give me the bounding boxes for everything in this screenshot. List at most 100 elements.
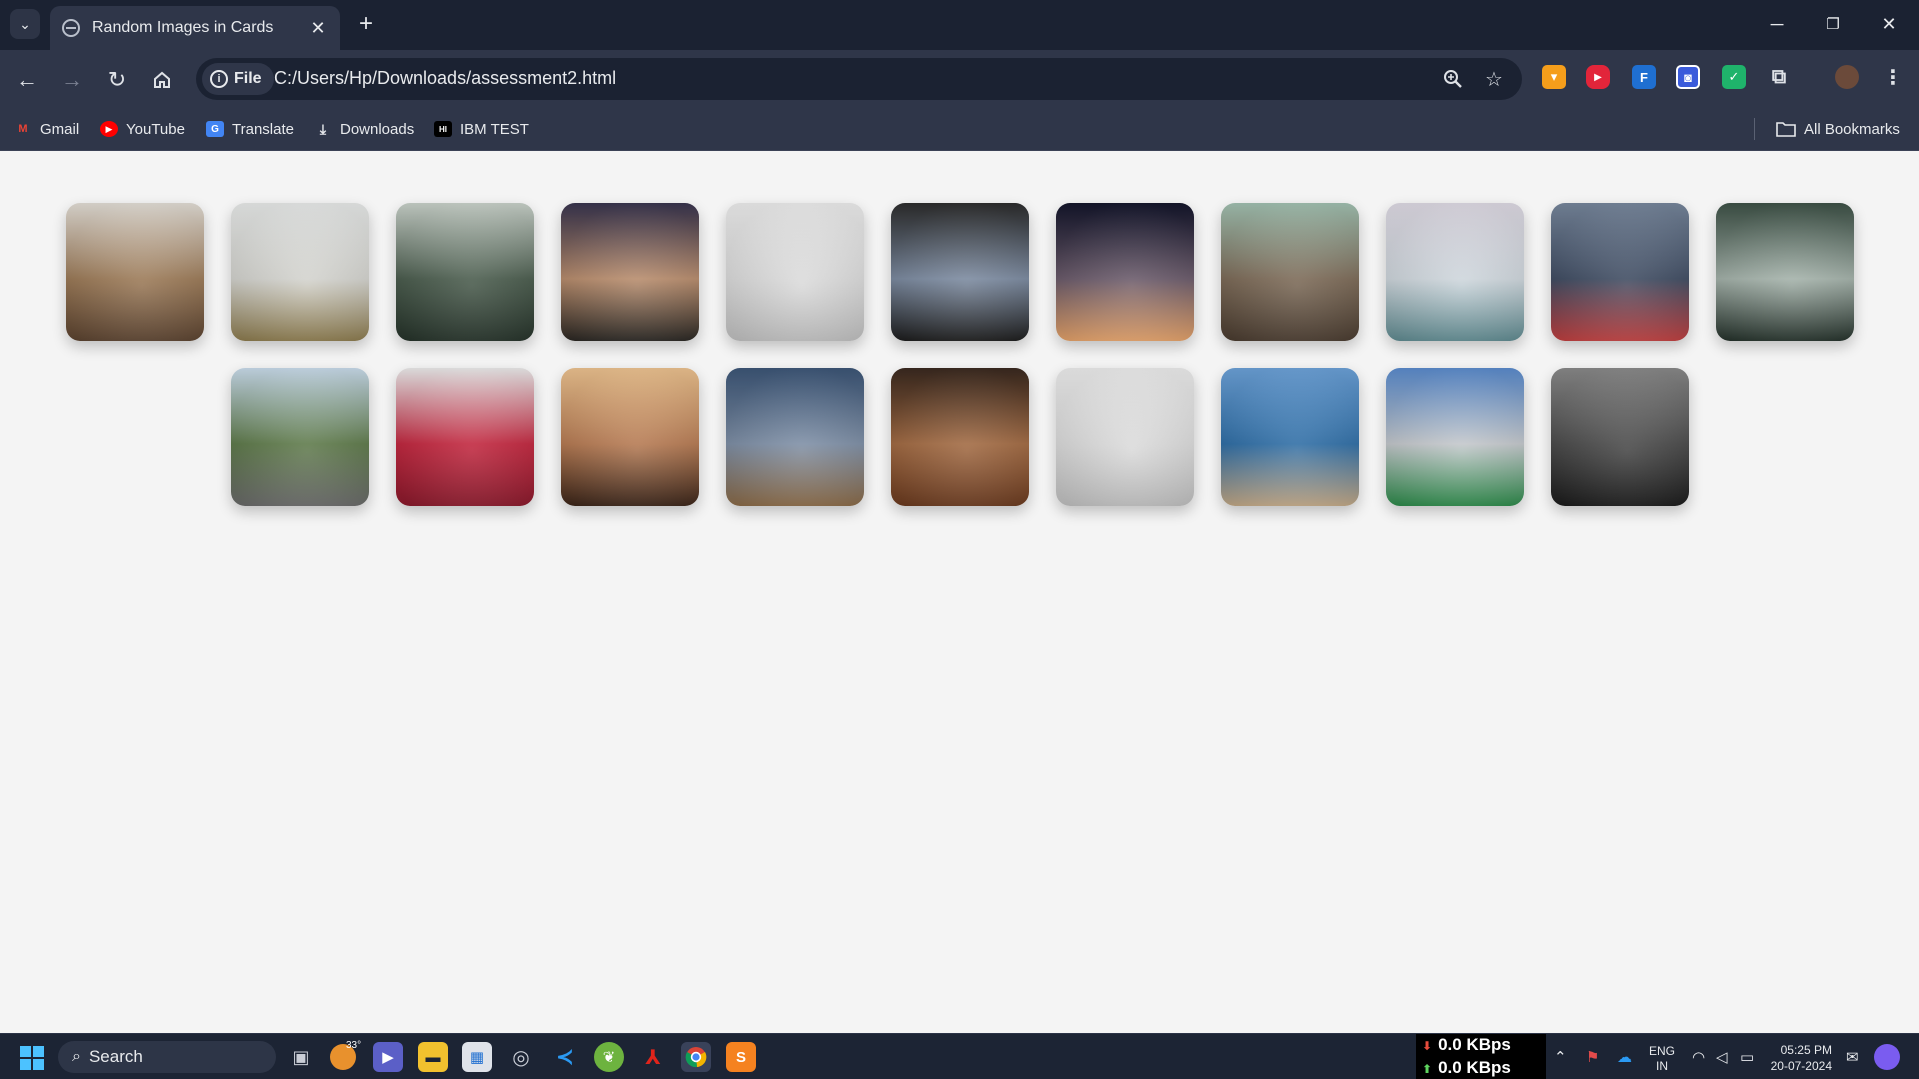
image-card-fog-trees[interactable]	[1716, 203, 1854, 341]
image-card-volcano[interactable]	[1221, 203, 1359, 341]
clock-date: 20-07-2024	[1770, 1059, 1832, 1073]
youtube-icon: ▶	[100, 121, 118, 137]
image-card-photo	[66, 203, 204, 341]
image-card-mountain-sunset[interactable]	[561, 203, 699, 341]
acrobat-icon[interactable]: ⅄	[638, 1042, 668, 1072]
weather-temp: 33°	[346, 1040, 362, 1051]
chevron-up-icon[interactable]: ⌃	[1554, 1048, 1567, 1066]
zoom-icon[interactable]	[1440, 66, 1466, 92]
wifi-icon[interactable]: ◠	[1692, 1048, 1705, 1066]
image-card-photo	[1221, 203, 1359, 341]
active-tab[interactable]: Random Images in Cards ✕	[50, 6, 340, 50]
extensions-puzzle-icon[interactable]: ⧉	[1767, 65, 1791, 89]
vscode-icon[interactable]: ≺	[550, 1042, 580, 1072]
bookmark-star-icon[interactable]: ☆	[1481, 66, 1507, 92]
forward-button[interactable]: →	[56, 64, 88, 96]
windows-taskbar: ⌕ Search ▣ 33° ▶ ▬ ▦ ◎ ≺ ❦ ⅄ S ⬇ 0.0 KBps…	[0, 1033, 1919, 1079]
site-info-chip[interactable]: i File	[202, 63, 274, 95]
bookmark-ibm-test[interactable]: HI IBM TEST	[434, 118, 529, 140]
image-card-laptop[interactable]	[726, 203, 864, 341]
image-card-underwater-diver[interactable]	[1551, 368, 1689, 506]
bookmark-label: YouTube	[126, 120, 185, 138]
network-speed-widget: ⬇ 0.0 KBps ⬆ 0.0 KBps	[1416, 1034, 1546, 1079]
volume-icon[interactable]: ◁	[1716, 1048, 1728, 1066]
image-card-forest[interactable]	[396, 203, 534, 341]
chrome-icon[interactable]	[681, 1042, 711, 1072]
all-bookmarks-label: All Bookmarks	[1804, 120, 1900, 138]
image-card-misty-lake[interactable]	[1386, 203, 1524, 341]
new-tab-button[interactable]: +	[352, 10, 380, 38]
home-button[interactable]	[146, 64, 178, 96]
download-arrow-icon: ⬇	[1422, 1039, 1433, 1053]
image-card-sunset-girl[interactable]	[561, 368, 699, 506]
image-card-photo	[726, 203, 864, 341]
taskbar-search[interactable]: ⌕ Search	[58, 1041, 276, 1073]
taskbar-search-label: Search	[88, 1047, 143, 1066]
more-menu-icon[interactable]: ⋮	[1881, 65, 1905, 89]
tab-title: Random Images in Cards	[92, 19, 274, 36]
image-card-ocean-coast[interactable]	[1221, 368, 1359, 506]
reload-icon: ↻	[107, 67, 127, 92]
image-card-laptop[interactable]	[1056, 368, 1194, 506]
all-bookmarks-button[interactable]: All Bookmarks	[1776, 118, 1900, 140]
profile-avatar[interactable]	[1835, 65, 1859, 89]
bookmark-youtube[interactable]: ▶ YouTube	[100, 118, 185, 140]
minimize-button[interactable]: ─	[1754, 6, 1800, 42]
spring-icon[interactable]: ❦	[594, 1042, 624, 1072]
bookmark-label: Downloads	[340, 120, 415, 138]
extension-check-icon[interactable]: ✓	[1722, 65, 1746, 89]
security-tray-icon[interactable]: ⚑	[1586, 1048, 1599, 1066]
address-bar[interactable]: i File C:/Users/Hp/Downloads/assessment2…	[196, 58, 1522, 100]
close-window-button[interactable]: ✕	[1866, 6, 1912, 42]
restore-button[interactable]: ❐	[1810, 6, 1856, 42]
onedrive-icon[interactable]: ☁	[1617, 1048, 1632, 1066]
teams-icon[interactable]: ▶	[373, 1042, 403, 1072]
system-clock[interactable]: 05:25 PM 20-07-2024	[1768, 1042, 1832, 1074]
image-card-grass-dunes[interactable]	[231, 203, 369, 341]
obs-icon[interactable]: ◎	[506, 1042, 536, 1072]
image-card-country-road[interactable]	[726, 368, 864, 506]
brave-shield-icon[interactable]: ▾	[1542, 65, 1566, 89]
tab-search-button[interactable]: ⌄	[10, 9, 40, 39]
battery-icon[interactable]: ▭	[1740, 1048, 1754, 1066]
language-indicator[interactable]: ENG IN	[1649, 1044, 1675, 1074]
microsoft-store-icon[interactable]: ▦	[462, 1042, 492, 1072]
image-card-coffee[interactable]	[891, 368, 1029, 506]
task-view-icon[interactable]: ▣	[286, 1042, 316, 1072]
image-card-mountain-road[interactable]	[231, 368, 369, 506]
youtube-extension-icon[interactable]: ▶	[1586, 65, 1610, 89]
bookmark-label: Translate	[232, 120, 294, 138]
image-card-woman-reading[interactable]	[891, 203, 1029, 341]
arrow-left-icon: ←	[16, 67, 38, 92]
image-card-walrus[interactable]	[66, 203, 204, 341]
lang-primary: ENG	[1649, 1044, 1676, 1058]
gmail-icon: M	[18, 123, 28, 135]
image-card-photo	[891, 368, 1029, 506]
start-button[interactable]	[20, 1046, 44, 1070]
image-card-dusk-sky[interactable]	[1056, 203, 1194, 341]
extension-screen-icon[interactable]: ◙	[1676, 65, 1700, 89]
bookmark-downloads[interactable]: ⤓ Downloads	[314, 118, 414, 140]
download-icon: ⤓	[319, 120, 327, 137]
back-button[interactable]: ←	[11, 64, 43, 96]
image-card-stadium[interactable]	[1386, 368, 1524, 506]
notification-bell-icon[interactable]: ✉	[1846, 1048, 1859, 1066]
bookmark-gmail[interactable]: M Gmail	[14, 118, 79, 140]
home-icon	[154, 71, 170, 88]
image-card-photo	[1386, 368, 1524, 506]
reload-button[interactable]: ↻	[101, 64, 133, 96]
image-card-photo	[1386, 203, 1524, 341]
image-card-game-controller[interactable]	[1551, 203, 1689, 341]
chevron-down-icon: ⌄	[19, 15, 31, 32]
arrow-right-icon: →	[61, 67, 83, 92]
url-text[interactable]: C:/Users/Hp/Downloads/assessment2.html	[274, 68, 616, 89]
sublime-text-icon[interactable]: S	[726, 1042, 756, 1072]
image-card-raspberries[interactable]	[396, 368, 534, 506]
bookmark-translate[interactable]: G Translate	[206, 118, 294, 140]
file-explorer-icon[interactable]: ▬	[418, 1042, 448, 1072]
copilot-icon[interactable]	[1874, 1044, 1900, 1070]
tab-close-button[interactable]: ✕	[308, 18, 328, 39]
bookmarks-bar: M Gmail ▶ YouTube G Translate ⤓ Download…	[0, 108, 1919, 151]
image-card-photo	[1056, 203, 1194, 341]
extension-blue-icon[interactable]: F	[1632, 65, 1656, 89]
